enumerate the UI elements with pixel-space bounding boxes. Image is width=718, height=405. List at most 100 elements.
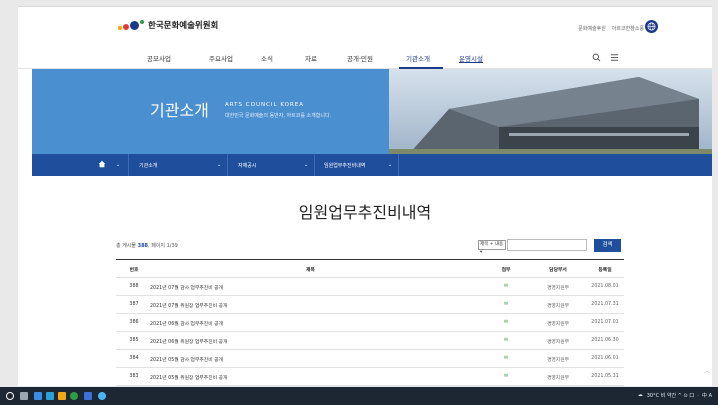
column-header-attachment: 첨부 bbox=[501, 268, 511, 273]
post-count: 총 게시물 388, 페이지 1/39 bbox=[116, 242, 178, 249]
nav-item-resources[interactable]: 자료 bbox=[305, 53, 317, 63]
row-title-link[interactable]: 2021년 07월 감사 업무추진비 공개 bbox=[150, 284, 223, 291]
row-date: 2021.05.31 bbox=[591, 374, 619, 379]
utility-links: 문화예술후원 아르코한창소풍 bbox=[578, 25, 644, 32]
breadcrumb-item-about[interactable]: 기관소개 bbox=[139, 162, 157, 169]
post-count-suffix: , 페이지 1/39 bbox=[148, 243, 178, 249]
search-button[interactable]: 검색 bbox=[594, 239, 621, 252]
row-department: 경영지원부 bbox=[546, 358, 570, 363]
search-icon[interactable] bbox=[592, 53, 601, 64]
row-date: 2021.08.01 bbox=[591, 284, 619, 289]
row-number: 387 bbox=[129, 302, 139, 307]
breadcrumb-divider bbox=[314, 154, 315, 176]
post-table: 번호 제목 첨부 담당부서 등록일 388 2021년 07월 감사 업무추진비… bbox=[116, 259, 624, 386]
column-header-title: 제목 bbox=[306, 268, 315, 273]
row-date: 2021.06.30 bbox=[591, 338, 619, 343]
attachment-icon[interactable]: ✉ bbox=[498, 302, 514, 307]
util-link-support[interactable]: 문화예술후원 bbox=[578, 25, 606, 32]
row-date: 2021.06.01 bbox=[591, 356, 619, 361]
breadcrumb-item-current[interactable]: 임원업무추진비내역 bbox=[324, 162, 365, 169]
column-header-number: 번호 bbox=[129, 268, 139, 273]
windows-icon[interactable] bbox=[6, 392, 14, 400]
breadcrumb-divider bbox=[128, 154, 129, 176]
nav-item-projects[interactable]: 주요사업 bbox=[209, 53, 233, 63]
tray-status-text: 30°C 비 약간 ^ ⊙ 口 ㆍ 中 A bbox=[646, 393, 712, 399]
nav-item-disclosure[interactable]: 공개·민원 bbox=[347, 53, 373, 63]
attachment-icon[interactable]: ✉ bbox=[498, 356, 514, 361]
attachment-icon[interactable]: ✉ bbox=[498, 320, 514, 325]
row-title-link[interactable]: 2021년 06월 감사 업무추진비 공개 bbox=[150, 320, 223, 327]
row-title-link[interactable]: 2021년 05월 감사 업무추진비 공개 bbox=[150, 356, 223, 363]
banner-english: ARTS COUNCIL KOREA bbox=[225, 102, 305, 108]
chevron-down-icon[interactable]: ⌄ bbox=[388, 162, 392, 168]
menu-icon[interactable] bbox=[610, 53, 619, 64]
home-icon[interactable] bbox=[98, 160, 106, 170]
building-photo bbox=[389, 69, 712, 154]
org-name: 한국문화예술위원회 bbox=[148, 21, 219, 31]
scroll-top-chevron-icon[interactable]: ︿ bbox=[704, 366, 710, 375]
chrome-icon[interactable] bbox=[70, 392, 78, 400]
search-scope-select[interactable]: 제목 + 내용 ▾ bbox=[478, 240, 506, 255]
table-header: 번호 제목 첨부 담당부서 등록일 bbox=[116, 260, 624, 278]
browser-page: 한국문화예술위원회 문화예술후원 아르코한창소풍 공모사업 주요사업 소식 자료… bbox=[18, 6, 712, 386]
row-department: 경영지원부 bbox=[546, 286, 570, 291]
table-row[interactable]: 388 2021년 07월 감사 업무추진비 공개 ✉ 경영지원부 2021.0… bbox=[116, 278, 624, 296]
hero-banner: 기관소개 ARTS COUNCIL KOREA 대한민국 문화예술의 동반자, … bbox=[32, 69, 712, 154]
row-department: 경영지원부 bbox=[546, 340, 570, 345]
store-icon[interactable] bbox=[58, 392, 66, 400]
row-number: 385 bbox=[129, 338, 139, 343]
home-dropdown-chevron-icon[interactable]: ⌄ bbox=[116, 162, 120, 168]
table-row[interactable]: 386 2021년 06월 감사 업무추진비 공개 ✉ 경영지원부 2021.0… bbox=[116, 314, 624, 332]
attachment-icon[interactable]: ✉ bbox=[498, 374, 514, 379]
breadcrumb-divider bbox=[398, 154, 399, 176]
nav-item-news[interactable]: 소식 bbox=[261, 53, 273, 63]
column-header-date: 등록일 bbox=[598, 268, 612, 273]
nav-item-facilities[interactable]: 운영시설 bbox=[459, 53, 483, 63]
system-tray[interactable]: ☁ 30°C 비 약간 ^ ⊙ 口 ㆍ 中 A bbox=[638, 392, 712, 399]
banner-description: 대한민국 문화예술의 동반자, 아르코를 소개합니다. bbox=[225, 113, 332, 119]
nav-item-grants[interactable]: 공모사업 bbox=[147, 53, 171, 63]
table-row[interactable]: 387 2021년 07월 위원장 업무추진비 공개 ✉ 경영지원부 2021.… bbox=[116, 296, 624, 314]
post-count-prefix: 총 게시물 bbox=[116, 243, 138, 249]
browser-icon[interactable] bbox=[98, 392, 106, 400]
table-row[interactable]: 383 2021년 05월 위원장 업무추진비 공개 ✉ 경영지원부 2021.… bbox=[116, 368, 624, 386]
search-input[interactable] bbox=[507, 239, 587, 251]
row-number: 388 bbox=[129, 284, 139, 289]
chevron-down-icon[interactable]: ⌄ bbox=[304, 162, 308, 168]
windows-taskbar: ☁ 30°C 비 약간 ^ ⊙ 口 ㆍ 中 A bbox=[0, 387, 718, 405]
row-department: 경영지원부 bbox=[546, 304, 570, 309]
app-icon[interactable] bbox=[84, 392, 92, 400]
row-number: 384 bbox=[129, 356, 139, 361]
language-globe-icon[interactable] bbox=[645, 20, 658, 33]
chevron-down-icon: ▾ bbox=[480, 250, 483, 255]
row-title-link[interactable]: 2021년 05월 위원장 업무추진비 공개 bbox=[150, 374, 227, 381]
site-logo[interactable]: 한국문화예술위원회 bbox=[118, 19, 218, 31]
attachment-icon[interactable]: ✉ bbox=[498, 338, 514, 343]
attachment-icon[interactable]: ✉ bbox=[498, 284, 514, 289]
chevron-down-icon[interactable]: ⌄ bbox=[217, 162, 221, 168]
row-department: 경영지원부 bbox=[546, 376, 570, 381]
row-title-link[interactable]: 2021년 06월 위원장 업무추진비 공개 bbox=[150, 338, 227, 345]
post-count-number: 388 bbox=[137, 243, 149, 249]
column-header-department: 담당부서 bbox=[549, 268, 567, 273]
row-title-link[interactable]: 2021년 07월 위원장 업무추진비 공개 bbox=[150, 302, 227, 309]
edge-icon[interactable] bbox=[46, 392, 54, 400]
breadcrumb: ⌄ 기관소개 ⌄ 자체공시 ⌄ 임원업무추진비내역 ⌄ bbox=[32, 154, 712, 176]
table-row[interactable]: 384 2021년 05월 감사 업무추진비 공개 ✉ 경영지원부 2021.0… bbox=[116, 350, 624, 368]
nav-item-about[interactable]: 기관소개 bbox=[406, 53, 430, 63]
row-date: 2021.07.31 bbox=[591, 302, 619, 307]
breadcrumb-divider bbox=[227, 154, 228, 176]
banner-title: 기관소개 bbox=[150, 101, 209, 120]
breadcrumb-item-disclosure[interactable]: 자체공시 bbox=[238, 162, 256, 169]
task-view-icon[interactable] bbox=[20, 392, 28, 400]
search-scope-value: 제목 + 내용 bbox=[480, 242, 504, 247]
table-row[interactable]: 385 2021년 06월 위원장 업무추진비 공개 ✉ 경영지원부 2021.… bbox=[116, 332, 624, 350]
logo-icon bbox=[118, 20, 144, 30]
file-explorer-icon[interactable] bbox=[34, 392, 42, 400]
main-navigation: 공모사업 주요사업 소식 자료 공개·민원 기관소개 운영시설 bbox=[18, 47, 712, 69]
row-date: 2021.07.01 bbox=[591, 320, 619, 325]
util-link-picnic[interactable]: 아르코한창소풍 bbox=[612, 25, 644, 32]
row-number: 383 bbox=[129, 374, 139, 379]
row-department: 경영지원부 bbox=[546, 322, 570, 327]
page-title: 임원업무추진비내역 bbox=[298, 203, 432, 222]
